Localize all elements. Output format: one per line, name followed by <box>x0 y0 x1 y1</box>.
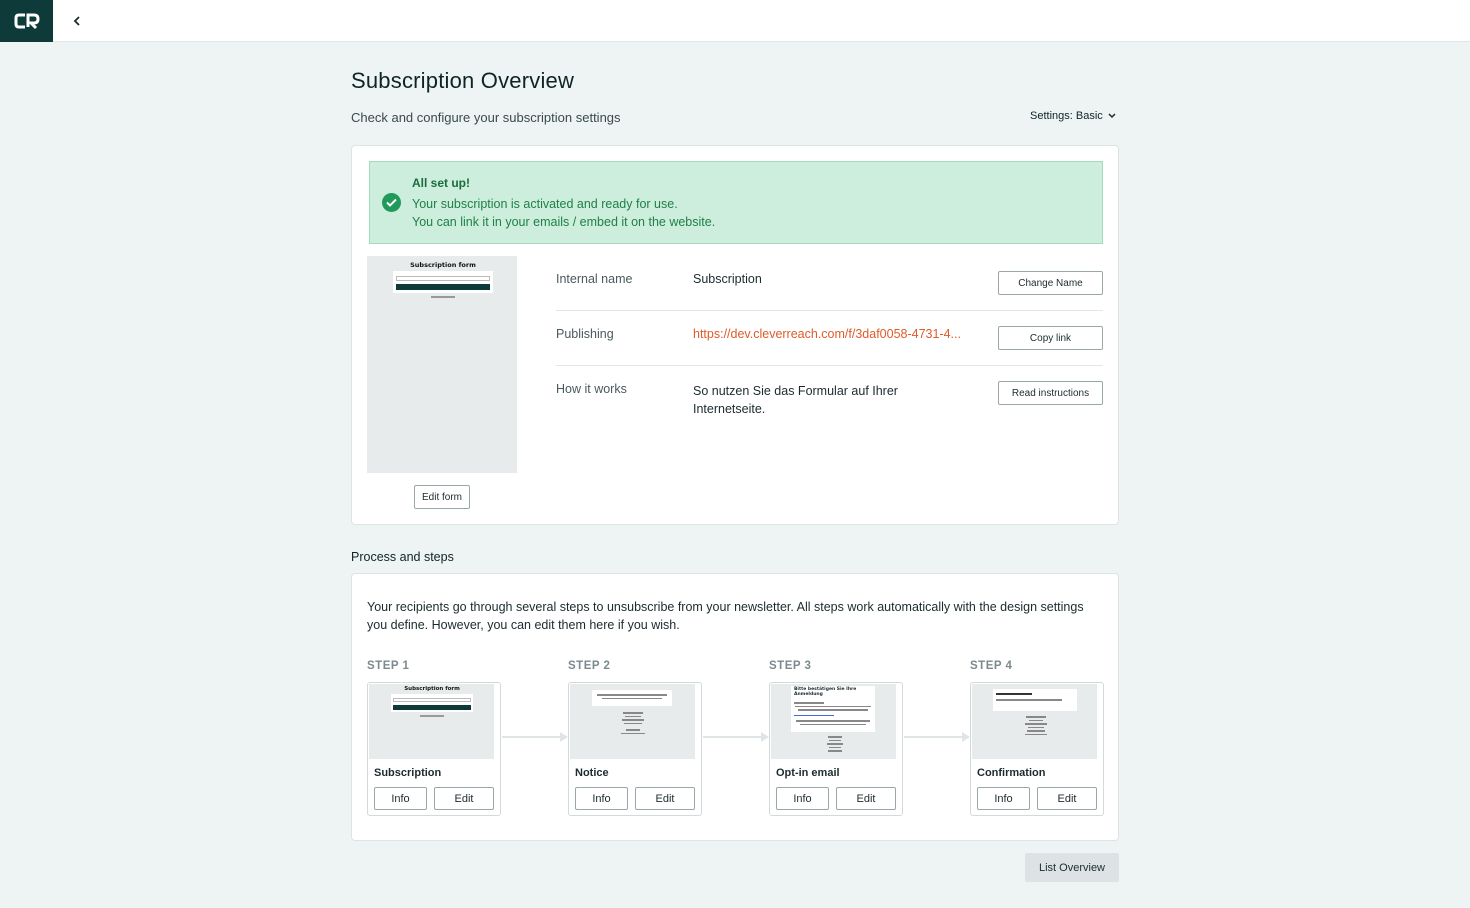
step-thumbnail: Subscription form <box>369 684 494 759</box>
thumbnail-notice <box>592 690 672 706</box>
step-card-confirmation: Confirmation Info Edit <box>970 682 1104 816</box>
step-thumbnail: Bitte bestätigen Sie Ihre Anmeldung <box>771 684 896 759</box>
divider <box>556 310 1103 311</box>
step-edit-button[interactable]: Edit <box>836 787 896 810</box>
back-button[interactable] <box>66 10 88 32</box>
section-title: Process and steps <box>351 550 454 564</box>
cleverreach-logo[interactable] <box>0 0 53 42</box>
step-info-button[interactable]: Info <box>374 787 427 810</box>
internal-name-value: Subscription <box>693 272 762 286</box>
step-card-notice: Notice Info Edit <box>568 682 702 816</box>
thumbnail-email: Bitte bestätigen Sie Ihre Anmeldung <box>791 686 875 732</box>
step-thumbnail <box>972 684 1097 759</box>
step-card-subscription: Subscription form Subscription Info Edit <box>367 682 501 816</box>
step-edit-button[interactable]: Edit <box>1037 787 1097 810</box>
thumbnail-address <box>620 710 646 734</box>
check-circle-icon <box>382 193 401 212</box>
step-label: STEP 2 <box>568 660 611 672</box>
alert-title: All set up! <box>412 176 471 190</box>
thumbnail-footer <box>420 715 444 717</box>
publishing-label: Publishing <box>556 327 614 341</box>
thumbnail-confirmation <box>993 689 1077 711</box>
read-instructions-button[interactable]: Read instructions <box>998 381 1103 405</box>
thumbnail-submit <box>393 705 471 710</box>
process-description: Your recipients go through several steps… <box>367 600 1084 632</box>
step-info-button[interactable]: Info <box>977 787 1030 810</box>
step-info-button[interactable]: Info <box>575 787 628 810</box>
thumbnail-address <box>826 734 844 752</box>
thumbnail-address <box>1024 714 1048 735</box>
step-label: STEP 4 <box>970 660 1013 672</box>
form-preview-input <box>396 276 490 281</box>
step-edit-button[interactable]: Edit <box>635 787 695 810</box>
step-name: Notice <box>575 767 609 779</box>
settings-dropdown-label: Settings: Basic <box>1030 110 1103 122</box>
edit-form-button[interactable]: Edit form <box>414 485 470 509</box>
change-name-button[interactable]: Change Name <box>998 271 1103 295</box>
top-bar <box>0 0 1470 42</box>
how-it-works-label: How it works <box>556 382 627 396</box>
step-name: Subscription <box>374 767 442 779</box>
logo-mark-icon <box>14 13 40 30</box>
form-preview-content: Subscription form <box>393 261 493 298</box>
form-preview-box <box>393 271 493 293</box>
subscription-card: All set up! Your subscription is activat… <box>351 145 1119 525</box>
step-info-button[interactable]: Info <box>776 787 829 810</box>
how-it-works-value: So nutzen Sie das Formular auf Ihrer Int… <box>693 384 898 416</box>
success-alert: All set up! Your subscription is activat… <box>369 161 1103 244</box>
step-arrow <box>904 732 970 742</box>
step-arrow <box>502 732 568 742</box>
chevron-left-icon <box>73 16 80 26</box>
divider <box>556 365 1103 366</box>
thumbnail-form: Subscription form <box>391 686 473 717</box>
publishing-link[interactable]: https://dev.cleverreach.com/f/3daf0058-4… <box>693 327 993 341</box>
page-title: Subscription Overview <box>351 68 575 93</box>
form-preview: Subscription form <box>367 256 517 473</box>
step-thumbnail <box>570 684 695 759</box>
form-preview-submit <box>396 284 490 290</box>
copy-link-button[interactable]: Copy link <box>998 326 1103 350</box>
thumbnail-email-title: Bitte bestätigen Sie Ihre Anmeldung <box>794 687 857 697</box>
list-overview-button[interactable]: List Overview <box>1025 853 1119 882</box>
internal-name-label: Internal name <box>556 272 633 286</box>
thumbnail-title: Subscription form <box>404 686 460 692</box>
process-card: Your recipients go through several steps… <box>351 573 1119 841</box>
step-label: STEP 1 <box>367 660 410 672</box>
step-edit-button[interactable]: Edit <box>434 787 494 810</box>
step-card-opt-in-email: Bitte bestätigen Sie Ihre Anmeldung Opt-… <box>769 682 903 816</box>
step-label: STEP 3 <box>769 660 812 672</box>
thumbnail-box <box>391 694 473 712</box>
alert-message-secondary: You can link it in your emails / embed i… <box>412 215 716 229</box>
step-arrow <box>703 732 769 742</box>
thumbnail-input <box>393 698 471 702</box>
form-preview-title: Subscription form <box>410 261 476 269</box>
step-name: Confirmation <box>977 767 1046 779</box>
form-preview-footer <box>431 296 455 298</box>
settings-dropdown[interactable]: Settings: Basic <box>1030 110 1116 122</box>
page-subtitle: Check and configure your subscription se… <box>351 110 621 125</box>
alert-message: Your subscription is activated and ready… <box>412 197 678 211</box>
step-name: Opt-in email <box>776 767 840 779</box>
chevron-down-icon <box>1108 113 1116 119</box>
